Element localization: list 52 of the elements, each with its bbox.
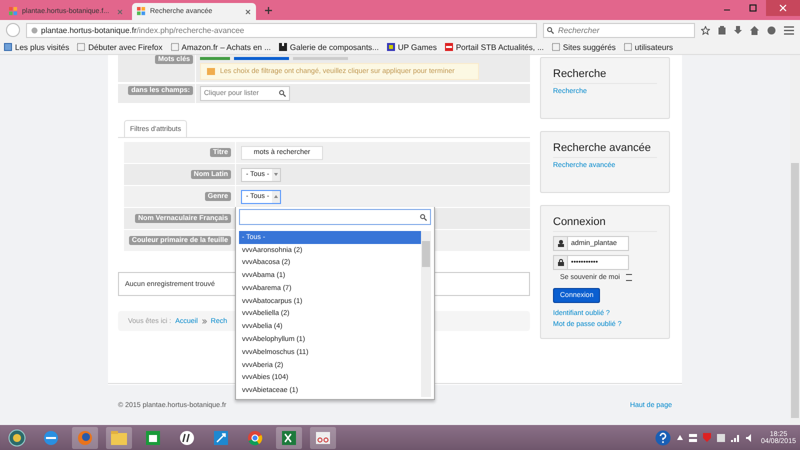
card-title: Recherche avancée: [553, 142, 657, 158]
page-icon: [170, 43, 179, 51]
scrollbar[interactable]: [790, 55, 800, 425]
star-icon[interactable]: [701, 26, 710, 34]
notice-icon: [207, 68, 215, 75]
bookmark-link[interactable]: Les plus visités: [4, 42, 70, 52]
bookmark-link[interactable]: Galerie de composants...: [278, 42, 379, 52]
user-icon: [558, 240, 564, 247]
remember-checkbox[interactable]: [626, 274, 632, 281]
card-title: Connexion: [553, 216, 657, 232]
close-icon: [779, 4, 787, 12]
bookmark-link[interactable]: Amazon.fr – Achats en ...: [170, 42, 271, 52]
bookmark-link[interactable]: Débuter avec Firefox: [77, 42, 163, 52]
signal-icon[interactable]: [730, 434, 740, 442]
bookmark-link[interactable]: utilisateurs: [624, 42, 674, 52]
new-tab-icon[interactable]: [264, 6, 273, 14]
search-icon: [547, 26, 554, 34]
list-scrollbar[interactable]: [421, 231, 431, 397]
chat-icon[interactable]: [767, 26, 776, 34]
lock-icon: [558, 259, 564, 266]
dropdown-search-field[interactable]: [239, 209, 431, 225]
search-icon: [420, 214, 427, 220]
site-icon: [137, 7, 146, 16]
games-icon: [386, 43, 395, 51]
search-icon: [279, 90, 286, 97]
search-field[interactable]: Rechercher: [543, 22, 695, 38]
bookmark-link[interactable]: Sites suggérés: [552, 42, 616, 52]
news-icon: [444, 43, 453, 51]
bookmark-folder-icon: [4, 43, 12, 51]
folder-icon[interactable]: [106, 426, 132, 448]
close-icon[interactable]: [245, 8, 251, 14]
download-icon[interactable]: [734, 26, 742, 34]
site-icon: [9, 7, 18, 16]
network-icon[interactable]: [688, 434, 697, 442]
home-icon[interactable]: [750, 26, 759, 34]
menu-icon[interactable]: [784, 26, 794, 34]
tray-expand-icon[interactable]: [676, 435, 683, 440]
page-icon: [624, 43, 632, 51]
bookmark-link[interactable]: UP Games: [386, 42, 437, 52]
spreadsheet-icon[interactable]: [276, 426, 302, 448]
card-title: Recherche: [553, 68, 657, 84]
clipboard-icon[interactable]: [718, 26, 726, 34]
puzzle-icon: [278, 43, 287, 51]
address-bar[interactable]: plantae.hortus-botanique.fr/index.php/recherche-avancee: [26, 22, 537, 38]
help-icon[interactable]: [654, 430, 671, 446]
scissors-icon[interactable]: [310, 426, 336, 448]
page-icon: [552, 43, 560, 51]
separator-icon: [202, 318, 207, 324]
maximize-icon[interactable]: [749, 4, 757, 12]
bookmark-link[interactable]: Portail STB Actualités, ...: [444, 42, 544, 52]
page-icon: [77, 43, 86, 51]
close-button[interactable]: [766, 0, 800, 16]
